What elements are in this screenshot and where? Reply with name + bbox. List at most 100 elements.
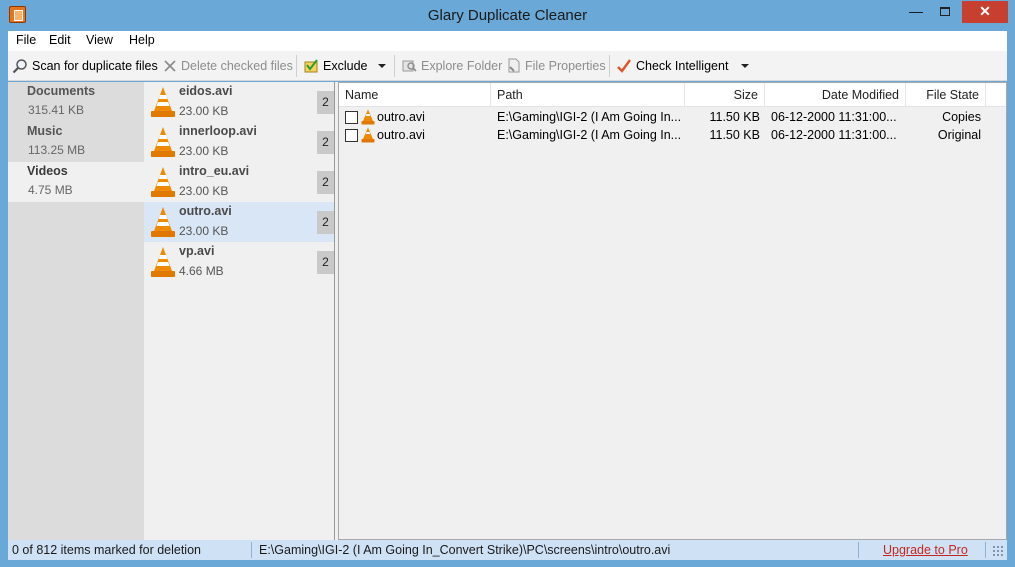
vlc-cone-icon	[151, 127, 175, 157]
group-name: intro_eu.avi	[179, 164, 250, 178]
group-name: outro.avi	[179, 204, 232, 218]
explore-label: Explore Folder	[421, 58, 503, 73]
menu-file[interactable]: File	[16, 33, 36, 47]
toolbar-separator	[609, 55, 610, 77]
close-button[interactable]: ✕	[962, 1, 1008, 23]
group-count-badge: 2	[317, 251, 334, 274]
group-size: 23.00 KB	[179, 144, 229, 158]
group-item[interactable]: vp.avi 4.66 MB 2	[144, 242, 334, 282]
category-size: 113.25 MB	[28, 143, 86, 157]
cell-state: Original	[937, 128, 981, 142]
exclude-icon	[304, 59, 318, 73]
minimize-button[interactable]: —	[902, 1, 930, 23]
vlc-cone-icon	[151, 247, 175, 277]
file-properties-icon	[508, 58, 520, 73]
category-size: 4.75 MB	[28, 183, 73, 197]
vlc-cone-icon	[151, 207, 175, 237]
group-count-badge: 2	[317, 171, 334, 194]
menu-view[interactable]: View	[86, 33, 113, 47]
category-pane: Documents 315.41 KB Music 113.25 MB Vide…	[8, 82, 144, 540]
category-videos[interactable]: Videos 4.75 MB	[8, 162, 144, 202]
group-size: 23.00 KB	[179, 104, 229, 118]
cell-name: outro.avi	[377, 128, 425, 142]
status-separator	[858, 542, 859, 558]
group-item[interactable]: intro_eu.avi 23.00 KB 2	[144, 162, 334, 202]
vlc-cone-icon	[151, 167, 175, 197]
column-header-name[interactable]: Name	[339, 83, 491, 107]
group-count-badge: 2	[317, 211, 334, 234]
vlc-cone-icon	[151, 87, 175, 117]
table-header: Name Path Size Date Modified File State	[339, 83, 1006, 107]
duplicate-group-pane: eidos.avi 23.00 KB 2 innerloop.avi 23.00…	[144, 82, 335, 540]
vlc-cone-icon	[361, 127, 375, 143]
cell-date: 06-12-2000 11:31:00...	[771, 128, 897, 142]
category-documents[interactable]: Documents 315.41 KB	[8, 82, 144, 122]
exclude-label: Exclude	[323, 58, 368, 73]
cell-state: Copies	[942, 110, 981, 124]
maximize-icon	[940, 7, 950, 16]
scan-button[interactable]: Scan for duplicate files	[12, 51, 158, 80]
column-header-path[interactable]: Path	[491, 83, 685, 107]
exclude-dropdown-icon[interactable]	[378, 64, 386, 68]
group-name: eidos.avi	[179, 84, 233, 98]
file-list-pane: Name Path Size Date Modified File State …	[338, 82, 1007, 540]
table-row[interactable]: outro.avi E:\Gaming\IGI-2 (I Am Going In…	[339, 126, 1006, 144]
group-size: 23.00 KB	[179, 184, 229, 198]
status-current-path: E:\Gaming\IGI-2 (I Am Going In_Convert S…	[259, 543, 671, 557]
group-count-badge: 2	[317, 91, 334, 114]
category-music[interactable]: Music 113.25 MB	[8, 122, 144, 162]
check-intelligent-dropdown-icon[interactable]	[741, 64, 749, 68]
menu-bar: File Edit View Help	[8, 31, 1007, 51]
resize-grip-icon[interactable]	[992, 545, 1004, 557]
app-window: Glary Duplicate Cleaner — ✕ File Edit Vi…	[0, 0, 1015, 567]
column-header-state[interactable]: File State	[906, 83, 986, 107]
status-separator	[985, 542, 986, 558]
search-icon	[12, 58, 27, 73]
group-size: 4.66 MB	[179, 264, 224, 278]
scan-label: Scan for duplicate files	[32, 58, 158, 73]
menu-edit[interactable]: Edit	[49, 33, 71, 47]
column-header-date[interactable]: Date Modified	[765, 83, 906, 107]
maximize-button[interactable]	[931, 1, 959, 23]
row-checkbox[interactable]	[345, 111, 358, 124]
menu-help[interactable]: Help	[129, 33, 155, 47]
upgrade-link[interactable]: Upgrade to Pro	[883, 543, 968, 557]
cell-date: 06-12-2000 11:31:00...	[771, 110, 897, 124]
toolbar-separator	[394, 55, 395, 77]
cell-size: 11.50 KB	[709, 110, 760, 124]
checkmark-icon	[617, 58, 631, 73]
group-item-selected[interactable]: outro.avi 23.00 KB 2	[144, 202, 334, 242]
group-item[interactable]: innerloop.avi 23.00 KB 2	[144, 122, 334, 162]
exclude-button[interactable]: Exclude	[304, 51, 367, 80]
delete-checked-button[interactable]: Delete checked files	[163, 51, 293, 80]
cell-path: E:\Gaming\IGI-2 (I Am Going In...	[497, 110, 682, 124]
explore-folder-icon	[402, 60, 417, 72]
group-count-badge: 2	[317, 131, 334, 154]
file-properties-button[interactable]: File Properties	[506, 51, 606, 80]
group-size: 23.00 KB	[179, 224, 229, 238]
group-item[interactable]: eidos.avi 23.00 KB 2	[144, 82, 334, 122]
group-name: innerloop.avi	[179, 124, 257, 138]
check-intelligent-label: Check Intelligent	[636, 58, 729, 73]
column-header-size[interactable]: Size	[685, 83, 765, 107]
toolbar: Scan for duplicate files Delete checked …	[8, 51, 1007, 81]
delete-icon	[164, 59, 176, 72]
category-name: Videos	[27, 164, 68, 178]
table-row[interactable]: outro.avi E:\Gaming\IGI-2 (I Am Going In…	[339, 108, 1006, 126]
category-name: Documents	[27, 84, 96, 98]
cell-name: outro.avi	[377, 110, 425, 124]
title-bar[interactable]: Glary Duplicate Cleaner — ✕	[0, 0, 1015, 30]
category-name: Music	[27, 124, 63, 138]
cell-size: 11.50 KB	[709, 128, 760, 142]
properties-label: File Properties	[525, 58, 606, 73]
delete-label: Delete checked files	[181, 58, 293, 73]
explore-folder-button[interactable]: Explore Folder	[402, 51, 502, 80]
check-intelligent-button[interactable]: Check Intelligent	[616, 51, 728, 80]
row-checkbox[interactable]	[345, 129, 358, 142]
cell-path: E:\Gaming\IGI-2 (I Am Going In...	[497, 128, 682, 142]
window-title: Glary Duplicate Cleaner	[427, 7, 588, 24]
status-marked-count: 0 of 812 items marked for deletion	[12, 543, 201, 557]
status-separator	[251, 542, 252, 558]
category-size: 315.41 KB	[28, 103, 85, 117]
group-name: vp.avi	[179, 244, 215, 258]
